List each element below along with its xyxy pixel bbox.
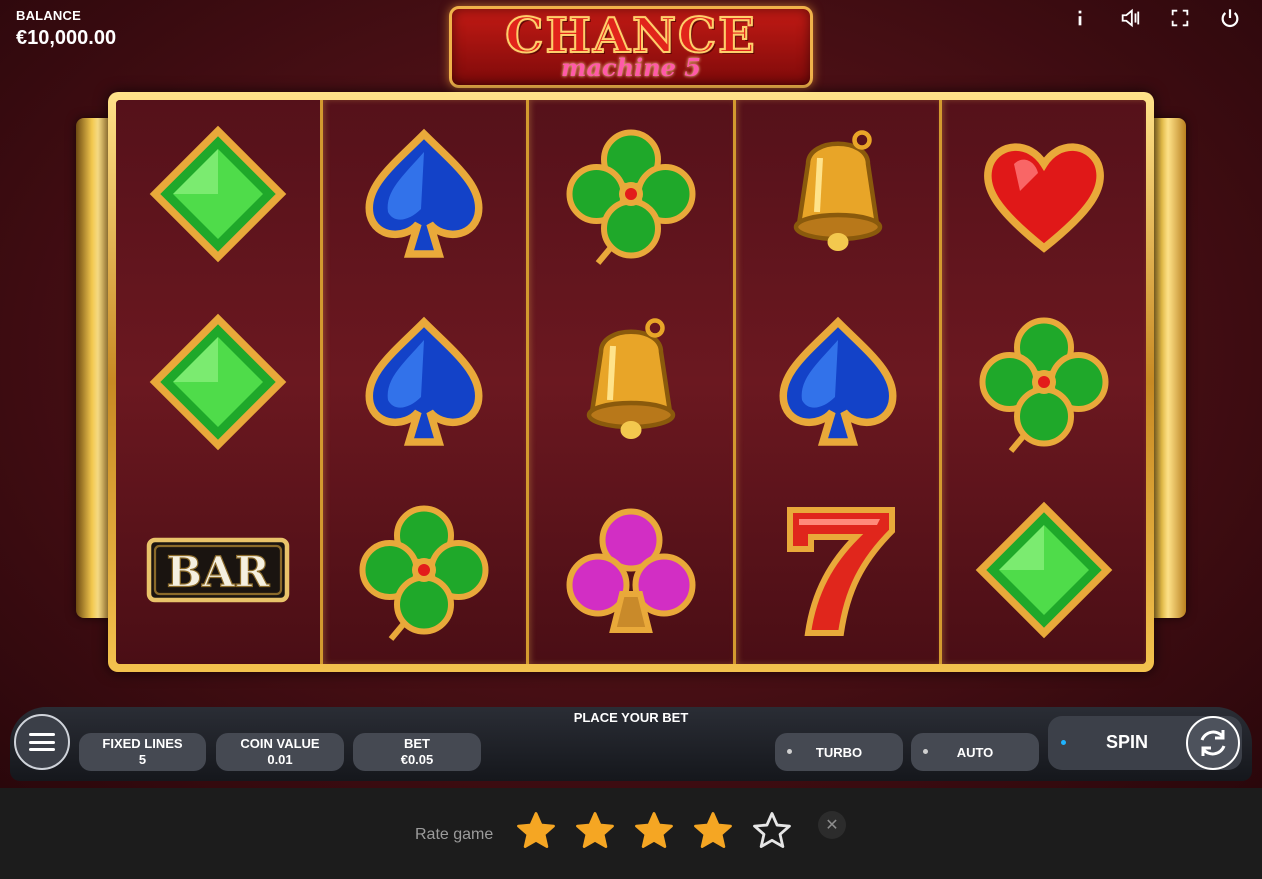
rating-star-3-icon[interactable] [633, 810, 675, 852]
symbol-diamond-green [116, 288, 320, 476]
reels-area: BAR [116, 100, 1146, 664]
fixed-lines-control[interactable]: FIXED LINES 5 [79, 733, 206, 771]
symbol-heart-red [942, 100, 1146, 288]
spin-button[interactable]: SPIN [1048, 716, 1242, 770]
auto-button[interactable]: AUTO [911, 733, 1039, 771]
symbol-bell-gold [736, 100, 940, 288]
coin-value-label: COIN VALUE [240, 736, 320, 751]
power-icon[interactable] [1216, 6, 1244, 30]
symbol-clover-green [323, 476, 527, 664]
bet-control[interactable]: BET €0.05 [353, 733, 481, 771]
balance-display: BALANCE €10,000.00 [16, 8, 116, 50]
coin-value-control[interactable]: COIN VALUE 0.01 [216, 733, 344, 771]
symbol-spade-blue [736, 288, 940, 476]
symbol-clover-green [942, 288, 1146, 476]
sound-icon[interactable] [1116, 6, 1144, 30]
bar-symbol-text: BAR [166, 548, 270, 597]
auto-label: AUTO [956, 744, 994, 760]
balance-value: €10,000.00 [16, 27, 117, 49]
bet-label: BET [404, 736, 430, 751]
symbol-bell-gold [529, 288, 733, 476]
symbol-spade-blue [323, 100, 527, 288]
top-toolbar [1066, 6, 1244, 30]
rating-star-5-icon[interactable] [751, 810, 793, 852]
symbol-bar: BAR [116, 476, 320, 664]
reel-4 [732, 100, 940, 664]
spin-indicator [1061, 740, 1066, 745]
game-screen: BALANCE €10,000.00 CHANCE machine 5 BAR … [0, 0, 1262, 788]
coin-value-value: 0.01 [267, 752, 293, 767]
reel-2 [319, 100, 527, 664]
turbo-label: TURBO [815, 744, 863, 760]
symbol-club-pink [529, 476, 733, 664]
rating-star-2-icon[interactable] [574, 810, 616, 852]
rating-bar [0, 788, 1262, 879]
auto-indicator [923, 749, 928, 754]
bet-value: €0.05 [400, 752, 434, 767]
symbol-diamond-green [116, 100, 320, 288]
close-icon: ✕ [825, 817, 839, 834]
symbol-clover-green [529, 100, 733, 288]
symbol-seven-red [736, 476, 940, 664]
close-rating-button[interactable]: ✕ [818, 811, 846, 839]
reel-3 [526, 100, 733, 664]
turbo-indicator [787, 749, 792, 754]
reel-5 [939, 100, 1146, 664]
fixed-lines-label: FIXED LINES [102, 736, 183, 751]
rating-star-1-icon[interactable] [515, 810, 557, 852]
reels-frame: BAR [108, 92, 1154, 672]
menu-button[interactable] [14, 714, 70, 770]
hamburger-icon [29, 733, 55, 751]
rate-game-label: Rate game [415, 826, 494, 843]
reel-1: BAR [116, 100, 320, 664]
symbol-spade-blue [323, 288, 527, 476]
rating-star-4-icon[interactable] [692, 810, 734, 852]
game-logo: CHANCE machine 5 [449, 6, 813, 88]
info-icon[interactable] [1066, 6, 1094, 30]
fullscreen-icon[interactable] [1166, 6, 1194, 30]
spin-label: SPIN [1106, 732, 1149, 752]
spin-icon[interactable] [1186, 716, 1240, 770]
fixed-lines-value: 5 [138, 752, 147, 767]
balance-label: BALANCE [16, 8, 81, 23]
symbol-diamond-green [942, 476, 1146, 664]
turbo-button[interactable]: TURBO [775, 733, 903, 771]
